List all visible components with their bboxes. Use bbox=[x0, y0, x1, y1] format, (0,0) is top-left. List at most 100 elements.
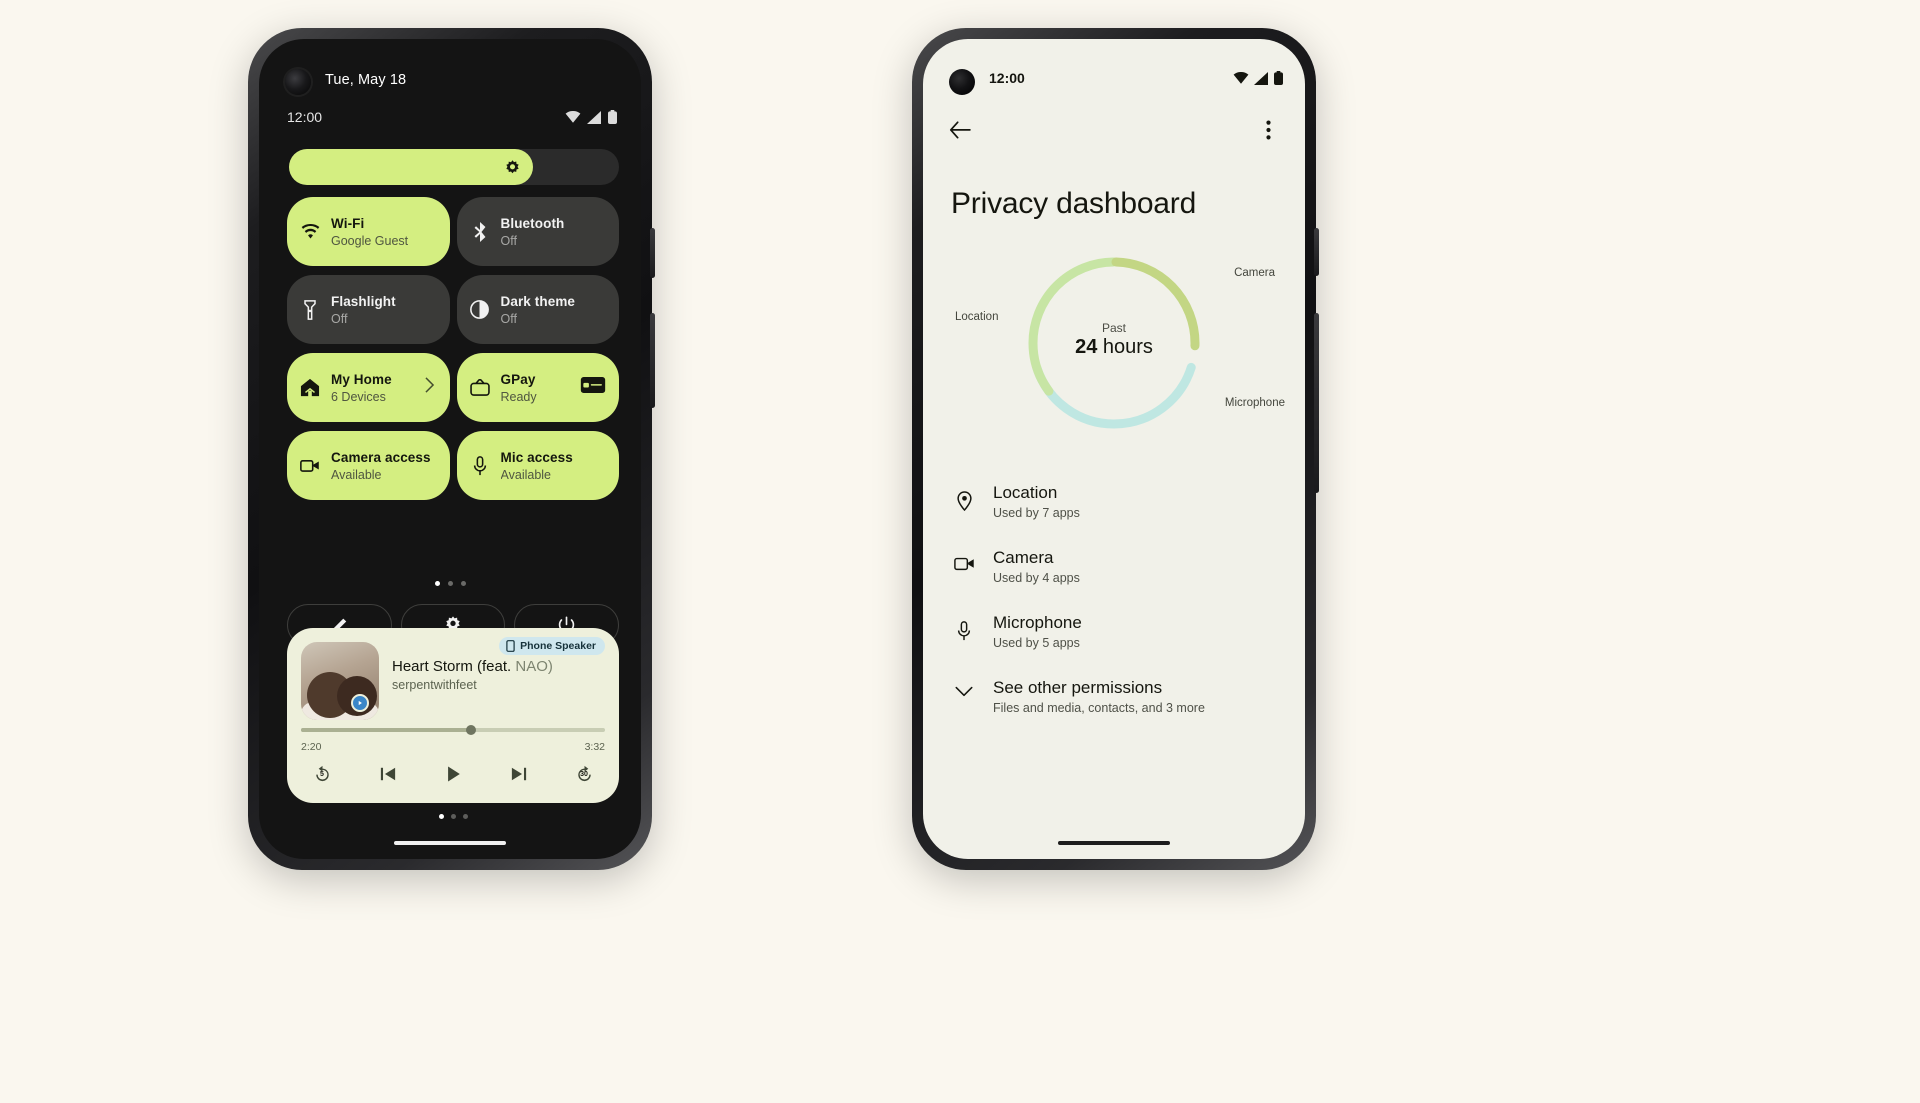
tile-subtitle: 6 Devices bbox=[331, 390, 386, 404]
media-title-feature: NAO) bbox=[515, 658, 553, 675]
next-button[interactable] bbox=[504, 759, 534, 789]
permission-text: Location Used by 7 apps bbox=[993, 483, 1281, 520]
rewind-5-button[interactable]: 5 bbox=[307, 759, 337, 789]
navigation-pill[interactable] bbox=[394, 841, 506, 845]
qs-date-label: Tue, May 18 bbox=[325, 72, 407, 88]
tile-title: Camera access bbox=[331, 450, 431, 465]
see-other-permissions-item[interactable]: See other permissions Files and media, c… bbox=[923, 664, 1305, 729]
page-dot[interactable] bbox=[434, 581, 440, 586]
previous-button[interactable] bbox=[373, 759, 403, 789]
app-play-badge-icon bbox=[351, 694, 369, 712]
privacy-usage-donut-chart: Past 24 hours Location Camera Microphone bbox=[923, 239, 1305, 457]
mic-icon bbox=[470, 455, 490, 476]
page-dot[interactable] bbox=[447, 581, 453, 586]
power-side-button[interactable] bbox=[1314, 228, 1319, 276]
skip-next-icon bbox=[511, 767, 526, 781]
media-title: Heart Storm (feat. NAO) bbox=[392, 658, 605, 675]
front-camera-icon bbox=[949, 69, 975, 95]
chevron-down-icon bbox=[953, 678, 975, 698]
tile-wifi[interactable]: Wi-Fi Google Guest bbox=[287, 197, 450, 266]
media-elapsed: 2:20 bbox=[301, 741, 322, 753]
seek-thumb[interactable] bbox=[466, 725, 477, 735]
tile-text: Wi-Fi Google Guest bbox=[331, 215, 437, 248]
chevron-right-icon bbox=[423, 377, 437, 398]
tile-mic-access[interactable]: Mic access Available bbox=[456, 431, 619, 500]
media-seek-bar[interactable] bbox=[301, 725, 605, 735]
bluetooth-icon bbox=[470, 221, 490, 242]
output-chip-label: Phone Speaker bbox=[520, 640, 596, 652]
seek-fill bbox=[301, 728, 472, 732]
rewind-amount: 5 bbox=[320, 771, 324, 778]
right-screen: 12:00 Privacy dashboard Past 24 hours Lo… bbox=[923, 39, 1305, 859]
phone-icon bbox=[506, 640, 515, 652]
qs-clock: 12:00 bbox=[287, 109, 323, 125]
tile-flashlight[interactable]: Flashlight Off bbox=[287, 275, 450, 344]
page-dot[interactable] bbox=[438, 814, 444, 819]
media-player-card[interactable]: Phone Speaker Heart Storm (feat. NAO) se… bbox=[287, 628, 619, 819]
output-switcher-chip[interactable]: Phone Speaker bbox=[499, 637, 605, 655]
permission-usage-list: Location Used by 7 apps Camera Used by 4… bbox=[923, 469, 1305, 729]
tile-subtitle: Off bbox=[331, 312, 348, 326]
permission-text: Camera Used by 4 apps bbox=[993, 548, 1281, 585]
tile-dark-theme[interactable]: Dark theme Off bbox=[456, 275, 619, 344]
tile-text: Camera access Available bbox=[331, 449, 437, 482]
media-page-dots[interactable] bbox=[287, 814, 619, 819]
front-camera-icon bbox=[285, 69, 311, 95]
tile-title: My Home bbox=[331, 372, 392, 387]
tile-gpay[interactable]: GPay Ready bbox=[456, 353, 619, 422]
wifi-icon bbox=[1233, 71, 1249, 84]
power-side-button[interactable] bbox=[650, 228, 655, 278]
tile-bluetooth[interactable]: Bluetooth Off bbox=[456, 197, 619, 266]
back-button[interactable] bbox=[945, 115, 975, 145]
phone-left-quick-settings: Tue, May 18 12:00 Wi-Fi Google Guest Blu… bbox=[248, 28, 655, 870]
navigation-pill[interactable] bbox=[1058, 841, 1170, 845]
tile-text: Dark theme Off bbox=[501, 293, 607, 326]
permission-item-microphone[interactable]: Microphone Used by 5 apps bbox=[923, 599, 1305, 664]
permission-item-camera[interactable]: Camera Used by 4 apps bbox=[923, 534, 1305, 599]
tile-my-home[interactable]: My Home 6 Devices bbox=[287, 353, 450, 422]
overflow-menu-button[interactable] bbox=[1253, 115, 1283, 145]
permission-item-location[interactable]: Location Used by 7 apps bbox=[923, 469, 1305, 534]
contrast-icon bbox=[470, 300, 490, 320]
media-duration: 3:32 bbox=[584, 741, 605, 753]
permission-text: Microphone Used by 5 apps bbox=[993, 613, 1281, 650]
more-vert-icon bbox=[1265, 120, 1271, 140]
other-permissions-text: See other permissions Files and media, c… bbox=[993, 678, 1281, 715]
back-arrow-icon bbox=[949, 121, 971, 139]
tile-title: Bluetooth bbox=[500, 216, 565, 231]
qs-status-icons bbox=[565, 110, 617, 124]
volume-side-button[interactable] bbox=[1314, 313, 1319, 493]
tile-camera-access[interactable]: Camera access Available bbox=[287, 431, 450, 500]
forward-amount: 30 bbox=[580, 771, 588, 778]
page-dot[interactable] bbox=[450, 814, 456, 819]
tile-subtitle: Available bbox=[331, 468, 382, 482]
page-dot[interactable] bbox=[462, 814, 468, 819]
tile-title: Wi-Fi bbox=[331, 216, 365, 231]
qs-page-dots[interactable] bbox=[259, 581, 641, 586]
tile-text: Mic access Available bbox=[501, 449, 607, 482]
play-button[interactable] bbox=[438, 759, 468, 789]
phone-right-privacy-dashboard: 12:00 Privacy dashboard Past 24 hours Lo… bbox=[912, 28, 1319, 870]
page-dot[interactable] bbox=[460, 581, 466, 586]
permission-title: Location bbox=[993, 483, 1058, 502]
brightness-icon bbox=[506, 159, 519, 173]
tile-text: GPay Ready bbox=[501, 371, 570, 404]
media-title-main: Heart Storm (feat. bbox=[392, 658, 512, 675]
brightness-slider[interactable] bbox=[289, 149, 619, 185]
tile-title: Dark theme bbox=[500, 294, 576, 309]
volume-side-button[interactable] bbox=[650, 313, 655, 408]
app-bar bbox=[945, 113, 1283, 147]
media-controls: 5 30 bbox=[301, 759, 605, 789]
forward-30-button[interactable]: 30 bbox=[569, 759, 599, 789]
permission-title: Microphone bbox=[993, 613, 1082, 632]
tile-text: Flashlight Off bbox=[331, 293, 437, 326]
skip-prev-icon bbox=[380, 767, 395, 781]
home-icon bbox=[300, 378, 320, 398]
tile-subtitle: Off bbox=[500, 234, 517, 248]
tile-subtitle: Google Guest bbox=[331, 234, 409, 248]
videocam-icon bbox=[300, 456, 320, 476]
media-artist: serpentwithfeet bbox=[392, 678, 477, 692]
location-pin-icon bbox=[953, 483, 975, 511]
tile-text: My Home 6 Devices bbox=[331, 371, 412, 404]
permission-subtitle: Used by 7 apps bbox=[993, 506, 1080, 520]
